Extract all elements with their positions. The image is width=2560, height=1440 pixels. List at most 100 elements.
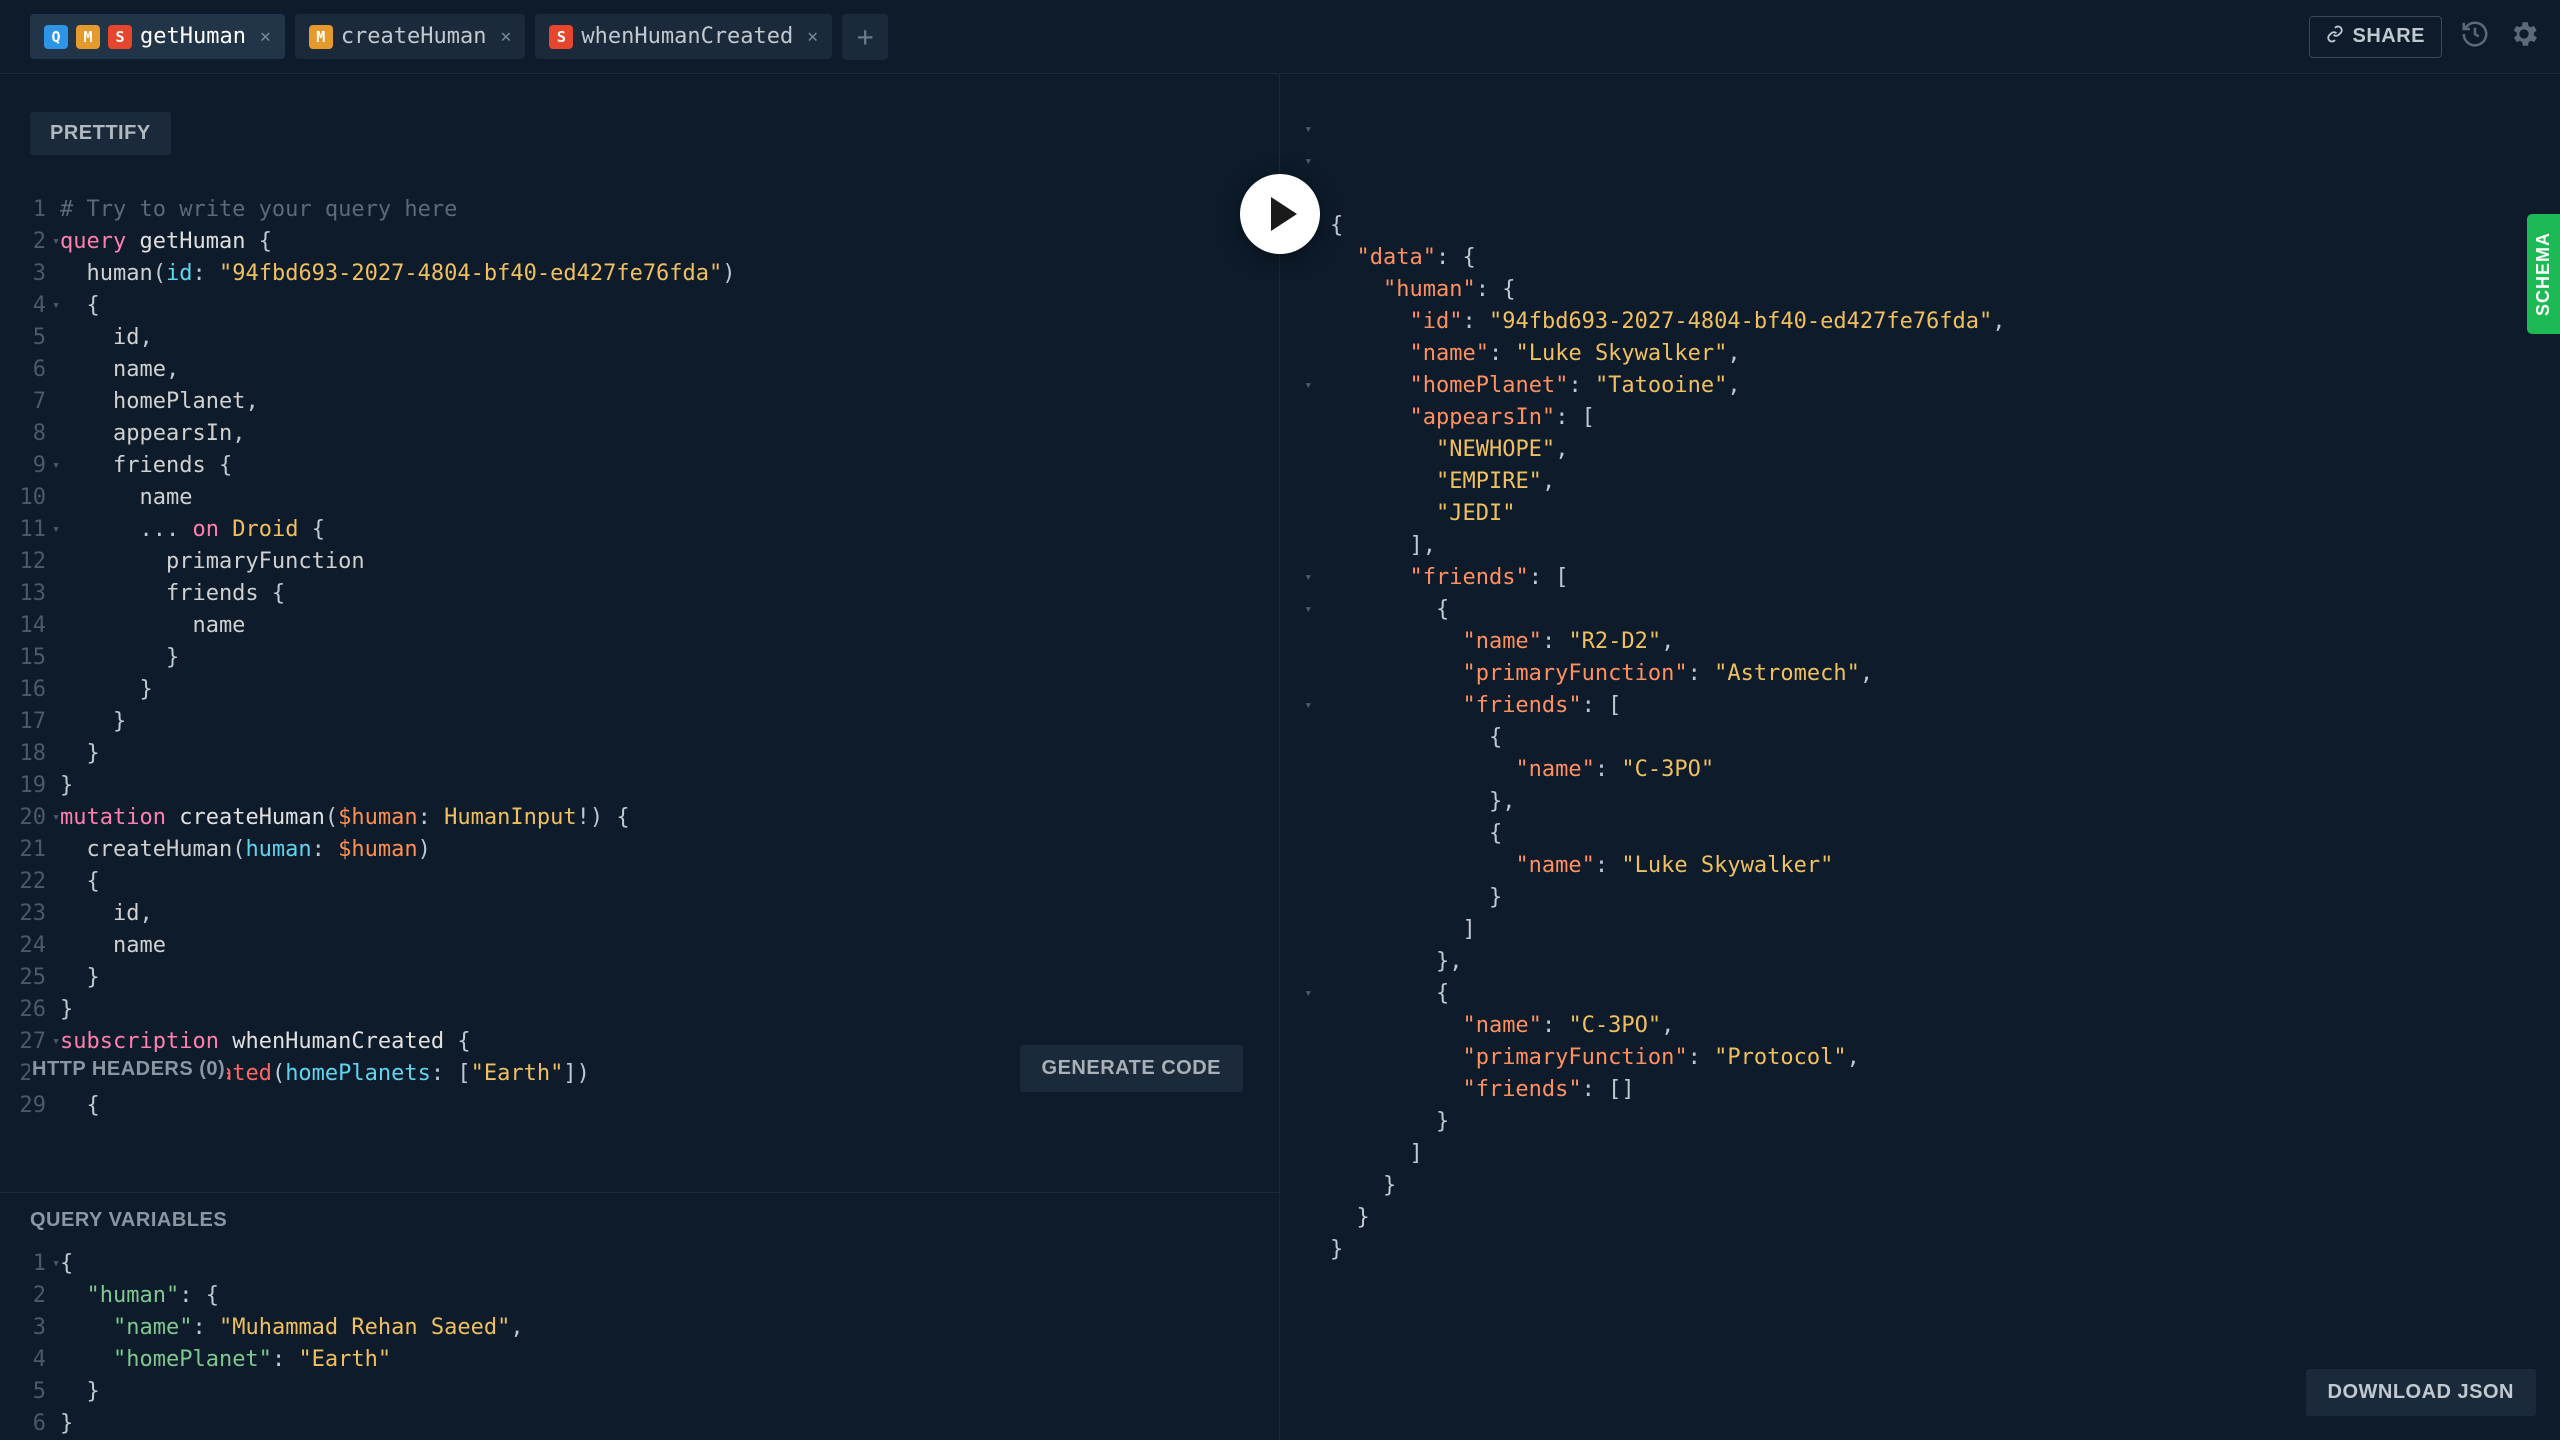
response-line: { <box>1330 722 2510 754</box>
code-line: query getHuman { <box>60 226 1279 258</box>
operation-badge-m: M <box>76 25 100 49</box>
code-line: name <box>60 610 1279 642</box>
query-variables-panel: QUERY VARIABLES 123456 { "human": { "nam… <box>0 1192 1279 1440</box>
code-line: } <box>60 994 1279 1026</box>
response-line: } <box>1330 1106 2510 1138</box>
code-line: # Try to write your query here <box>60 194 1279 226</box>
tab-label: getHuman <box>140 24 246 49</box>
code-line: } <box>60 770 1279 802</box>
play-button[interactable] <box>1240 174 1320 254</box>
code-line: name <box>60 930 1279 962</box>
prettify-button[interactable]: PRETTIFY <box>30 112 171 155</box>
code-line: } <box>60 1376 1279 1408</box>
code-line: id, <box>60 898 1279 930</box>
response-line: { <box>1330 818 2510 850</box>
response-line: "friends": [ <box>1330 562 2510 594</box>
code-line: } <box>60 962 1279 994</box>
code-line: { <box>60 1248 1279 1280</box>
response-line: "friends": [ <box>1330 690 2510 722</box>
response-line: { <box>1330 594 2510 626</box>
response-line: "data": { <box>1330 242 2510 274</box>
response-viewer[interactable]: { "data": { "human": { "id": "94fbd693-2… <box>1280 74 2560 1440</box>
link-icon <box>2326 25 2344 49</box>
code-line: { <box>60 1090 1279 1122</box>
response-line: } <box>1330 1170 2510 1202</box>
operation-badge-m: M <box>309 25 333 49</box>
code-line: { <box>60 866 1279 898</box>
code-line: "name": "Muhammad Rehan Saeed", <box>60 1312 1279 1344</box>
response-line: } <box>1330 882 2510 914</box>
download-json-button[interactable]: DOWNLOAD JSON <box>2306 1369 2537 1416</box>
query-editor[interactable]: 1234567891011121314151617181920212223242… <box>0 192 1279 1192</box>
operation-badge-q: Q <box>44 25 68 49</box>
response-line: "primaryFunction": "Astromech", <box>1330 658 2510 690</box>
add-tab-button[interactable]: + <box>842 14 888 60</box>
response-line: "human": { <box>1330 274 2510 306</box>
response-line: "primaryFunction": "Protocol", <box>1330 1042 2510 1074</box>
code-line: } <box>60 738 1279 770</box>
tab-createHuman[interactable]: McreateHuman ✕ <box>295 14 526 59</box>
code-line: friends { <box>60 450 1279 482</box>
code-line: homePlanet, <box>60 386 1279 418</box>
tab-bar: QMSgetHuman✕McreateHuman✕SwhenHumanCreat… <box>30 14 2309 60</box>
response-line: } <box>1330 1234 2510 1266</box>
code-line: name, <box>60 354 1279 386</box>
top-actions: SHARE <box>2309 16 2540 58</box>
response-line: "name": "C-3PO" <box>1330 754 2510 786</box>
code-line: } <box>60 674 1279 706</box>
code-line: ... on Droid { <box>60 514 1279 546</box>
response-line: ], <box>1330 530 2510 562</box>
schema-tab[interactable]: SCHEMA <box>2527 214 2560 334</box>
response-line: { <box>1330 978 2510 1010</box>
history-icon[interactable] <box>2460 19 2490 55</box>
response-line: { <box>1330 210 2510 242</box>
code-line: human(id: "94fbd693-2027-4804-bf40-ed427… <box>60 258 1279 290</box>
tab-getHuman[interactable]: QMSgetHuman ✕ <box>30 14 285 59</box>
response-line: "friends": [] <box>1330 1074 2510 1106</box>
response-line: "name": "R2-D2", <box>1330 626 2510 658</box>
response-line: } <box>1330 1202 2510 1234</box>
code-line: mutation createHuman($human: HumanInput!… <box>60 802 1279 834</box>
share-button[interactable]: SHARE <box>2309 16 2442 58</box>
code-line: } <box>60 642 1279 674</box>
left-pane: PRETTIFY 1234567891011121314151617181920… <box>0 74 1280 1440</box>
query-variables-toggle[interactable]: QUERY VARIABLES <box>0 1193 1279 1248</box>
operation-badge-s: S <box>108 25 132 49</box>
code-line: createHuman(human: $human) <box>60 834 1279 866</box>
http-headers-toggle[interactable]: HTTP HEADERS (0) <box>30 1052 227 1087</box>
response-line: "appearsIn": [ <box>1330 402 2510 434</box>
code-line: appearsIn, <box>60 418 1279 450</box>
close-icon[interactable]: ✕ <box>260 26 271 47</box>
variables-editor[interactable]: 123456 { "human": { "name": "Muhammad Re… <box>0 1248 1279 1440</box>
response-line: "EMPIRE", <box>1330 466 2510 498</box>
tab-label: createHuman <box>341 24 487 49</box>
code-line: } <box>60 706 1279 738</box>
code-line: { <box>60 290 1279 322</box>
operation-badge-s: S <box>549 25 573 49</box>
close-icon[interactable]: ✕ <box>807 26 818 47</box>
response-line: }, <box>1330 946 2510 978</box>
code-line: friends { <box>60 578 1279 610</box>
response-line: "name": "Luke Skywalker" <box>1330 850 2510 882</box>
code-line: primaryFunction <box>60 546 1279 578</box>
settings-gear-icon[interactable] <box>2508 18 2540 56</box>
code-line: "human": { <box>60 1280 1279 1312</box>
response-line: "JEDI" <box>1330 498 2510 530</box>
response-line: }, <box>1330 786 2510 818</box>
code-line: id, <box>60 322 1279 354</box>
topbar: QMSgetHuman✕McreateHuman✕SwhenHumanCreat… <box>0 0 2560 74</box>
response-line: "id": "94fbd693-2027-4804-bf40-ed427fe76… <box>1330 306 2510 338</box>
code-line: "homePlanet": "Earth" <box>60 1344 1279 1376</box>
response-line: "name": "C-3PO", <box>1330 1010 2510 1042</box>
tab-label: whenHumanCreated <box>581 24 793 49</box>
tab-whenHumanCreated[interactable]: SwhenHumanCreated ✕ <box>535 14 832 59</box>
generate-code-button[interactable]: GENERATE CODE <box>1020 1045 1243 1092</box>
close-icon[interactable]: ✕ <box>501 26 512 47</box>
response-line: ] <box>1330 914 2510 946</box>
code-line: } <box>60 1408 1279 1440</box>
code-line: name <box>60 482 1279 514</box>
response-pane: { "data": { "human": { "id": "94fbd693-2… <box>1280 74 2560 1440</box>
response-line: "homePlanet": "Tatooine", <box>1330 370 2510 402</box>
response-line: "NEWHOPE", <box>1330 434 2510 466</box>
response-line: "name": "Luke Skywalker", <box>1330 338 2510 370</box>
